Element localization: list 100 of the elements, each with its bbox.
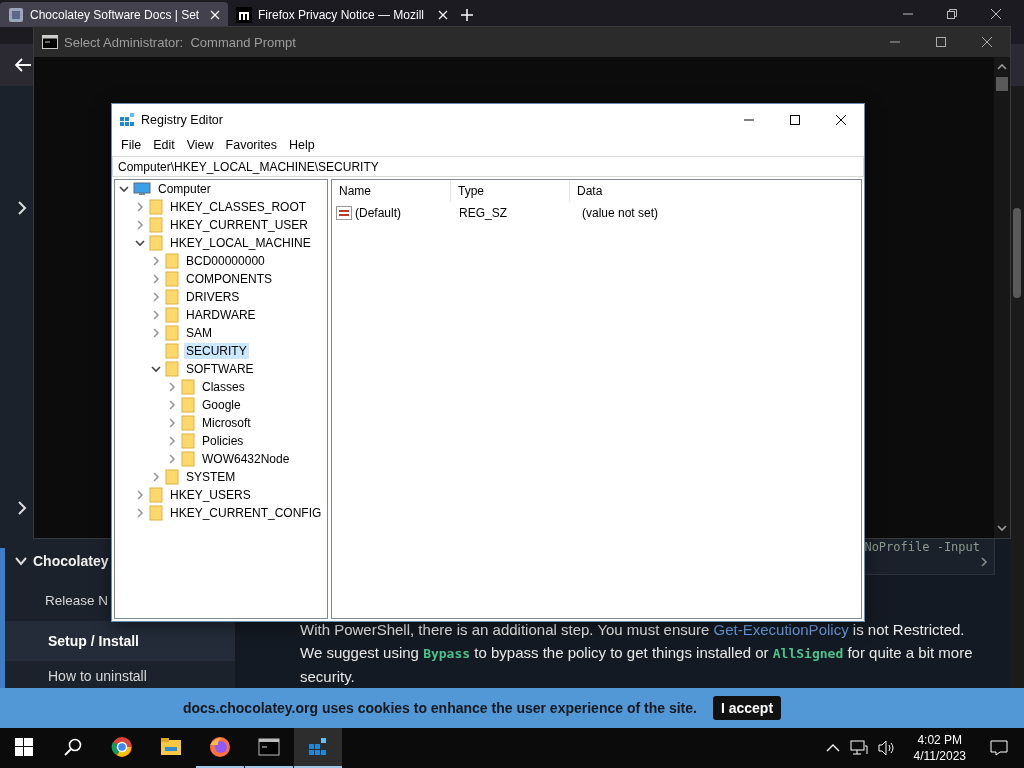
expand-chevron-icon xyxy=(166,381,178,393)
close-icon[interactable] xyxy=(981,36,993,48)
sidebar-section-title[interactable]: Chocolatey xyxy=(33,553,109,569)
expand-chevron-icon xyxy=(150,291,162,303)
collapse-chevron-icon xyxy=(134,237,146,249)
menu-item[interactable]: Help xyxy=(283,137,321,152)
back-arrow-icon[interactable] xyxy=(14,57,32,73)
expand-chevron-icon xyxy=(150,255,162,267)
tree-item[interactable]: SECURITY xyxy=(184,343,249,359)
window-title: Registry Editor xyxy=(141,112,224,127)
folder-icon xyxy=(149,199,163,215)
folder-icon xyxy=(181,379,195,395)
tree-item[interactable]: HKEY_CURRENT_CONFIG xyxy=(168,505,324,521)
scrollbar[interactable] xyxy=(994,57,1010,538)
folder-icon xyxy=(165,325,179,341)
folder-icon xyxy=(165,343,179,359)
expand-chevron-icon xyxy=(150,327,162,339)
expand-chevron-icon xyxy=(134,507,146,519)
browser-tab[interactable]: Firefox Privacy Notice — Mozill xyxy=(228,2,456,27)
folder-icon xyxy=(181,451,195,467)
tree-item[interactable]: DRIVERS xyxy=(184,289,242,305)
column-header[interactable]: Data xyxy=(570,180,688,202)
folder-icon xyxy=(165,253,179,269)
expand-chevron-icon xyxy=(134,489,146,501)
close-icon[interactable] xyxy=(835,113,847,126)
expand-chevron-icon xyxy=(166,417,178,429)
tree-item[interactable]: HKEY_USERS xyxy=(168,487,253,503)
tree-item[interactable]: Computer xyxy=(156,181,213,197)
maximize-icon[interactable] xyxy=(935,36,947,48)
folder-icon xyxy=(165,289,179,305)
tree-item[interactable]: SOFTWARE xyxy=(184,361,256,377)
link[interactable]: Get-ExecutionPolicy xyxy=(713,621,849,638)
sidebar-item[interactable]: Release N xyxy=(5,581,112,621)
expand-chevron-icon xyxy=(166,453,178,465)
folder-icon xyxy=(149,217,163,233)
folder-icon xyxy=(149,505,163,521)
maximize-icon[interactable] xyxy=(789,113,801,126)
folder-icon xyxy=(165,271,179,287)
tree-item[interactable]: COMPONENTS xyxy=(184,271,274,287)
expand-chevron-icon xyxy=(166,435,178,447)
tree-item[interactable]: SYSTEM xyxy=(184,469,238,485)
folder-icon xyxy=(149,235,163,251)
logo-icon xyxy=(236,6,252,23)
network-icon[interactable] xyxy=(849,740,868,756)
menu-item[interactable]: Edit xyxy=(147,137,181,152)
sidebar-item[interactable]: Setup / Install xyxy=(5,621,235,661)
collapse-chevron-icon xyxy=(118,183,130,195)
menu-item[interactable]: File xyxy=(115,137,148,152)
value-name[interactable]: (Default) xyxy=(355,206,401,220)
notification-icon[interactable] xyxy=(990,740,1008,756)
column-header[interactable]: Type xyxy=(451,180,570,202)
menu-item[interactable]: Favorites xyxy=(219,137,283,152)
browser-tab[interactable]: Chocolatey Software Docs | Set xyxy=(0,2,228,27)
scroll-right-icon xyxy=(978,556,990,568)
tree-item[interactable]: HKEY_LOCAL_MACHINE xyxy=(168,235,313,251)
tree-item[interactable]: HKEY_CLASSES_ROOT xyxy=(168,199,309,215)
address-bar[interactable]: Computer\HKEY_LOCAL_MACHINE\SECURITY xyxy=(112,156,864,177)
close-icon[interactable] xyxy=(990,8,1002,20)
clock-time[interactable]: 4:02 PM xyxy=(917,732,963,748)
cubes-icon[interactable] xyxy=(294,728,342,768)
string-value-icon xyxy=(336,206,352,220)
new-tab-icon[interactable] xyxy=(460,8,474,22)
column-header[interactable]: Name xyxy=(332,180,451,202)
speaker-icon[interactable] xyxy=(877,740,896,756)
tree-item[interactable]: BCD00000000 xyxy=(184,253,267,269)
folder-icon xyxy=(181,415,195,431)
tree-item[interactable]: Policies xyxy=(200,433,246,449)
terminal-icon xyxy=(42,35,58,49)
computer-icon xyxy=(133,182,151,196)
page-icon xyxy=(8,6,24,23)
restore-icon[interactable] xyxy=(946,8,958,20)
clock-date[interactable]: 4/11/2023 xyxy=(913,748,966,764)
menu-item[interactable]: View xyxy=(180,137,220,152)
tree-item[interactable]: HKEY_CURRENT_USER xyxy=(168,217,311,233)
tree-item[interactable]: Classes xyxy=(200,379,247,395)
accept-button[interactable]: I accept xyxy=(712,696,782,720)
tree-item[interactable]: Google xyxy=(200,397,243,413)
folder-icon xyxy=(149,487,163,503)
paragraph: With PowerShell, there is an additional step. You must ensure Get-ExecutionPolicy is not Restricted. We suggest using Bypass to bypass the policy to get things installed or AllSigned for quite a bit more security. xyxy=(300,620,974,687)
cubes-icon xyxy=(119,111,135,128)
folder-icon xyxy=(181,433,195,449)
sidebar-item[interactable]: How to uninstall xyxy=(5,661,235,688)
tree-item[interactable]: WOW6432Node xyxy=(200,451,292,467)
tree-item[interactable]: Microsoft xyxy=(200,415,253,431)
window-title: Select Administrator: Command Prompt xyxy=(64,34,297,50)
expand-chevron-icon xyxy=(150,309,162,321)
expand-chevron-icon xyxy=(150,273,162,285)
folder-icon xyxy=(165,307,179,323)
tree-item[interactable]: SAM xyxy=(184,325,214,341)
scroll-thumb[interactable] xyxy=(996,77,1008,91)
folder-icon xyxy=(165,469,179,485)
folder-icon xyxy=(165,361,179,377)
expand-chevron-icon xyxy=(150,471,162,483)
expand-chevron-icon xyxy=(134,201,146,213)
expand-chevron-icon xyxy=(166,399,178,411)
chevron-icon[interactable] xyxy=(15,500,29,516)
chevron-up-icon[interactable] xyxy=(825,743,840,753)
tree-item[interactable]: HARDWARE xyxy=(184,307,258,323)
collapse-chevron-icon xyxy=(150,363,162,375)
chevron-icon[interactable] xyxy=(15,200,29,216)
